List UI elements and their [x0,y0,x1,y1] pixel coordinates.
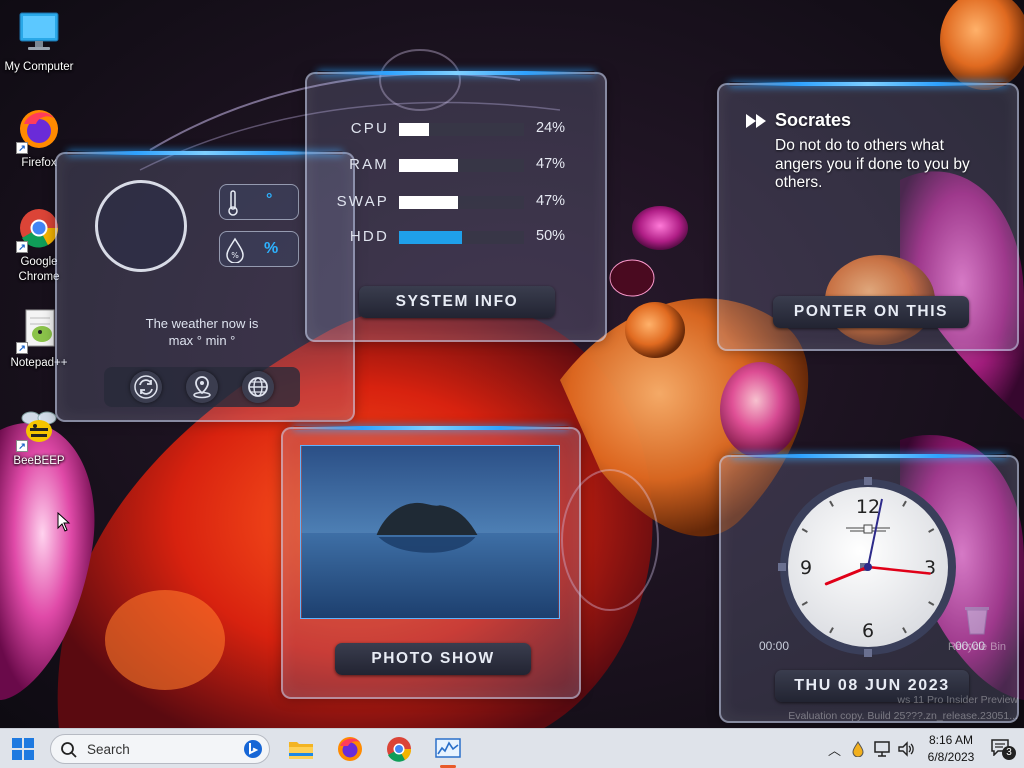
start-button[interactable] [8,734,38,764]
humidity-box: % % [219,231,299,267]
clock-widget: 12 3 6 9 00:00 00:00 THU 08 JUN 2023 [719,454,1019,723]
firefox-icon [338,737,362,761]
volume-icon[interactable] [897,740,915,758]
system-info-button[interactable]: SYSTEM INFO [359,286,555,318]
windows-logo-icon [12,738,34,760]
notification-center-button[interactable]: 3 [990,738,1016,760]
refresh-icon [134,375,158,399]
humidity-value: % [264,240,279,257]
cpu-percent: 24% [536,120,566,136]
clock-numeral-3: 3 [924,557,936,579]
search-placeholder: Search [87,742,130,757]
hdd-bar [399,231,524,244]
globe-icon [248,377,268,397]
refresh-button[interactable] [130,371,162,403]
slideshow-photo [300,445,560,619]
recycle-bin-label: Recycle Bin [947,641,1007,653]
cpu-bar-fill [399,123,429,136]
bing-icon [244,740,262,758]
thermometer-icon [228,190,238,216]
hdd-label: HDD [349,228,389,245]
cpu-row: CPU 24% [307,119,607,139]
swap-percent: 47% [536,193,566,209]
ram-row: RAM 47% [307,155,607,175]
quote-widget: Socrates Do not do to others what angers… [717,82,1019,351]
shortcut-arrow-icon: ↗ [16,142,28,154]
taskbar-search-box[interactable]: Search [50,734,270,764]
temperature-value: ° [266,191,273,208]
taskbar-firefox[interactable] [335,734,365,764]
globe-button[interactable] [242,371,274,403]
desktop-icon-label: My Computer [4,61,74,73]
clock-bezel-marker [778,563,786,571]
fast-forward-icon [746,114,766,128]
watermark-line1: ws 11 Pro Insider Preview [897,694,1018,706]
ponder-button[interactable]: PONTER ON THIS [773,296,969,328]
mouse-cursor-icon [57,512,71,532]
network-icon[interactable] [873,740,891,758]
recycle-bin-icon [965,607,989,635]
weather-description: The weather now is [145,316,259,331]
cpu-label: CPU [350,120,389,137]
swap-label: SWAP [336,193,389,210]
desktop-icon-label: BeeBEEP [13,455,65,467]
hdd-percent: 50% [536,228,566,244]
shortcut-arrow-icon: ↗ [16,342,28,354]
analog-clock: 12 3 6 9 [778,477,956,657]
search-icon [61,742,77,758]
ram-bar-fill [399,159,458,172]
ram-percent: 47% [536,156,566,172]
system-info-widget: CPU 24% RAM 47% SWAP 47% HDD 50% SYSTEM … [305,71,607,342]
ram-label: RAM [349,156,389,173]
swap-bar [399,196,524,209]
clock-numeral-6: 6 [862,620,874,642]
humidity-drop-icon: % [226,237,244,263]
taskbar: Search ︿ 8:16 AM 6/8/2023 3 [0,728,1024,768]
clock-bezel-marker [864,649,872,657]
taskbar-clock[interactable]: 8:16 AM 6/8/2023 [920,731,982,767]
quote-text: Do not do to others what angers you if d… [775,137,970,191]
weather-min-max: max ° min ° [168,333,236,348]
photo-show-button[interactable]: PHOTO SHOW [335,643,531,675]
watermark-line2: Evaluation copy. Build 25???.zn_release.… [788,710,1018,722]
weather-condition-icon [95,180,187,272]
location-button[interactable] [186,371,218,403]
taskbar-chrome[interactable] [384,734,414,764]
water-drop-icon[interactable] [851,741,865,757]
location-pin-icon [193,376,211,399]
system-monitor-icon [435,738,461,758]
taskbar-date: 6/8/2023 [927,750,975,764]
swap-bar-fill [399,196,458,209]
taskbar-system-monitor[interactable] [433,734,463,768]
svg-text:%: % [231,251,239,260]
quote-author: Socrates [775,110,852,130]
file-explorer-icon [289,742,313,759]
taskbar-time: 8:16 AM [928,733,974,747]
ram-bar [399,159,524,172]
notification-count-badge: 3 [1002,746,1016,760]
taskbar-file-explorer[interactable] [286,734,316,764]
hdd-row: HDD 50% [307,227,607,247]
desktop-icon-recycle-bin[interactable]: Recycle Bin [944,602,1010,653]
show-hidden-icons-chevron-icon[interactable]: ︿ [828,740,841,759]
cpu-bar [399,123,524,136]
chrome-icon [387,737,412,762]
shortcut-arrow-icon: ↗ [16,241,28,253]
swap-row: SWAP 47% [307,192,607,212]
shortcut-arrow-icon: ↗ [16,440,28,452]
clock-numeral-12: 12 [856,496,880,518]
desktop-icon-my-computer[interactable]: My Computer [4,10,74,75]
photo-show-widget: PHOTO SHOW [281,426,581,699]
hdd-bar-fill [399,231,462,244]
computer-icon [16,10,62,56]
clock-numeral-9: 9 [800,557,812,579]
weather-toolbar [104,367,300,407]
clock-bezel-marker [864,477,872,485]
temperature-box: ° [219,184,299,220]
clock-center-pin [864,563,872,571]
firefox-icon: ↗ [16,106,62,154]
clock-left-time: 00:00 [759,639,790,653]
